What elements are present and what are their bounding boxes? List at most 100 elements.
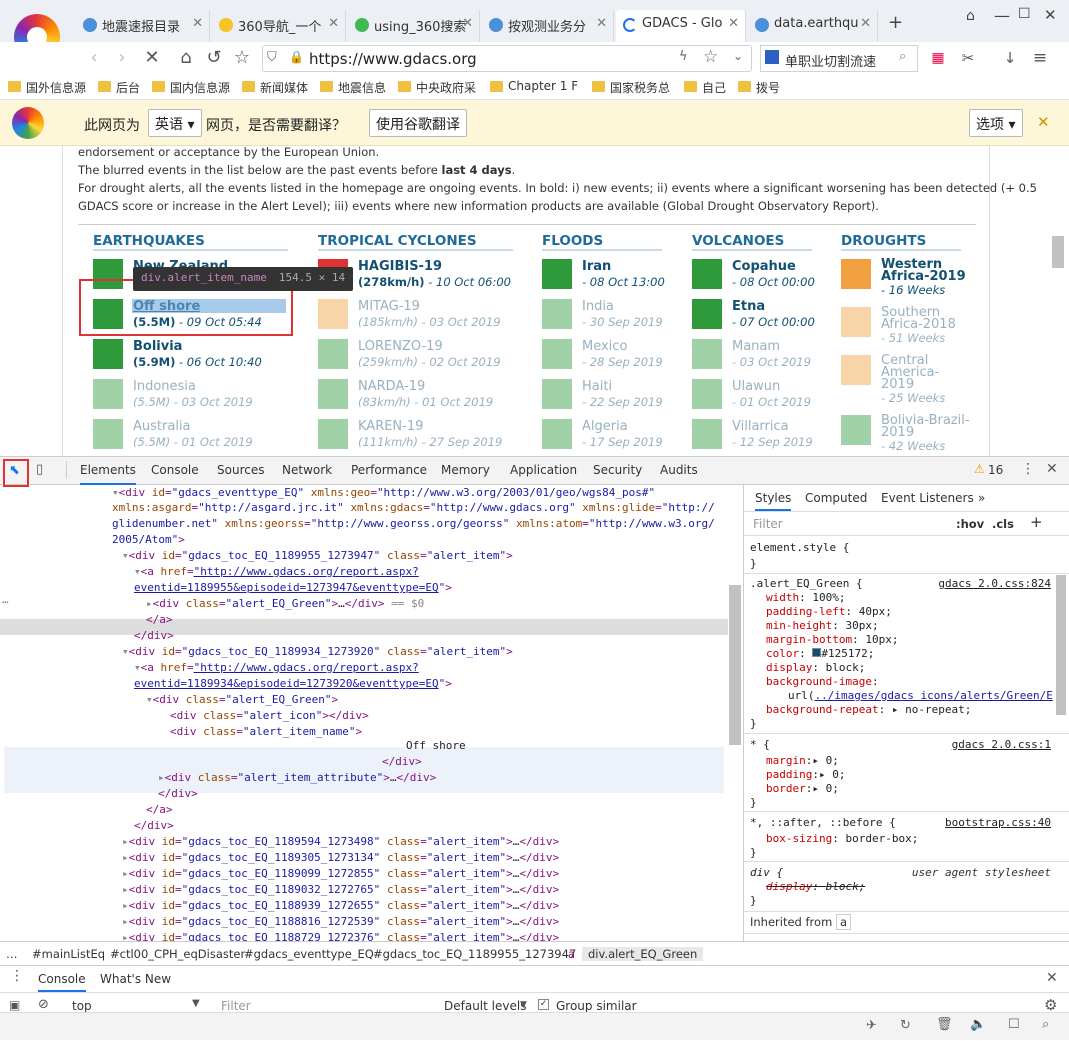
search-icon[interactable]: ⌕: [899, 49, 906, 64]
bookmark-item[interactable]: 自己: [684, 79, 726, 96]
tab-styles[interactable]: Styles: [755, 491, 792, 511]
group-similar-checkbox[interactable]: ✓: [538, 999, 549, 1010]
close-icon[interactable]: ✕: [596, 16, 607, 31]
language-select[interactable]: 英语 ▾: [148, 109, 202, 137]
close-icon[interactable]: ✕: [328, 16, 339, 31]
styles-scrollbar-thumb[interactable]: [1056, 575, 1066, 715]
dom-node-line[interactable]: ▸<div id="gdacs_toc_EQ_1189032_1272765" …: [122, 882, 559, 898]
shirt-icon[interactable]: ⌂: [966, 8, 975, 24]
styles-filter-input[interactable]: Filter: [753, 517, 783, 531]
ellipsis-icon[interactable]: …: [2, 592, 9, 608]
event-item[interactable]: Haiti - 22 Sep 2019: [542, 379, 672, 417]
hover-state-toggle[interactable]: :hov: [956, 517, 984, 531]
close-icon[interactable]: ✕: [1037, 113, 1050, 131]
tab-audits[interactable]: Audits: [660, 463, 698, 477]
elements-scrollbar-thumb[interactable]: [729, 585, 741, 745]
more-options-icon[interactable]: ⋮: [1021, 461, 1035, 477]
menu-icon[interactable]: ≡: [1028, 46, 1052, 70]
window-icon[interactable]: ☐: [1008, 1017, 1020, 1032]
bookmark-item[interactable]: 国外信息源: [8, 79, 86, 96]
dom-node-line[interactable]: ▸<div id="gdacs_toc_EQ_1189594_1273498" …: [122, 834, 559, 850]
device-toggle-icon[interactable]: ▯: [36, 462, 43, 477]
event-name[interactable]: Southern Africa-2018: [881, 306, 971, 331]
context-select[interactable]: top: [72, 999, 92, 1013]
event-item[interactable]: Mexico - 28 Sep 2019: [542, 339, 672, 377]
event-item[interactable]: Iran - 08 Oct 13:00: [542, 259, 672, 297]
clear-console-icon[interactable]: ⊘: [38, 997, 49, 1012]
dom-node-line[interactable]: ▸<div class="alert_item_attribute">…</di…: [158, 770, 436, 786]
css-declaration[interactable]: margin-bottom: 10px;: [766, 633, 898, 647]
chevron-down-icon[interactable]: ▼: [520, 1000, 527, 1010]
dom-node-line[interactable]: <div class="alert_item_name">: [170, 724, 362, 740]
event-item[interactable]: Australia (5.5M) - 01 Oct 2019: [93, 419, 288, 456]
dom-node-line[interactable]: ▸<div id="gdacs_toc_EQ_1188729_1272376" …: [122, 930, 559, 941]
bookmark-item[interactable]: 后台: [98, 79, 140, 96]
scissors-icon[interactable]: ✂: [956, 46, 980, 70]
css-declaration[interactable]: box-sizing: border-box;: [766, 832, 918, 846]
event-item[interactable]: Western Africa-2019 - 16 Weeks: [841, 258, 971, 307]
tab-performance[interactable]: Performance: [351, 463, 427, 477]
warning-icon[interactable]: ⚠: [974, 462, 985, 476]
close-icon[interactable]: ✕: [728, 16, 739, 31]
close-icon[interactable]: ✕: [462, 16, 473, 31]
event-name[interactable]: Indonesia: [133, 379, 196, 394]
options-button[interactable]: 选项 ▾: [969, 109, 1023, 137]
event-item[interactable]: Copahue - 08 Oct 00:00: [692, 259, 822, 297]
css-source-link[interactable]: gdacs 2.0.css:824: [938, 577, 1051, 590]
event-item[interactable]: NARDA-19 (83km/h) - 01 Oct 2019: [318, 379, 513, 417]
breadcrumb-ellipsis[interactable]: …: [6, 947, 18, 961]
event-name[interactable]: Etna: [732, 299, 765, 314]
css-declaration[interactable]: color: #125172;: [766, 647, 874, 661]
dom-node-line[interactable]: ▸<div id="gdacs_toc_EQ_1188816_1272539" …: [122, 914, 559, 930]
tab-item[interactable]: 地震速报目录 ✕: [76, 10, 210, 42]
bookmark-item[interactable]: 国家税务总: [592, 79, 670, 96]
log-levels-select[interactable]: Default levels: [444, 999, 526, 1013]
event-item[interactable]: Ulawun - 01 Oct 2019: [692, 379, 822, 417]
event-name[interactable]: Ulawun: [732, 379, 780, 394]
trash-icon[interactable]: 🗑: [936, 1017, 953, 1032]
dom-node-line[interactable]: ▸<div id="gdacs_toc_EQ_1189305_1273134" …: [122, 850, 559, 866]
event-item[interactable]: India - 30 Sep 2019: [542, 299, 672, 337]
event-name[interactable]: Central America-2019: [881, 354, 971, 391]
event-name[interactable]: Haiti: [582, 379, 612, 394]
event-name[interactable]: NARDA-19: [358, 379, 425, 394]
download-icon[interactable]: ↓: [998, 46, 1022, 70]
tab-item[interactable]: 按观测业务分 ✕: [482, 10, 614, 42]
tab-item[interactable]: 360导航_一个 ✕: [212, 10, 346, 42]
breadcrumb-item[interactable]: a: [568, 947, 575, 961]
forward-icon[interactable]: ›: [110, 46, 134, 70]
tab-item[interactable]: data.earthqu ✕: [748, 10, 878, 42]
tab-console[interactable]: Console: [151, 463, 199, 477]
event-name[interactable]: Manam: [732, 339, 780, 354]
css-declaration[interactable]: border:▸ 0;: [766, 782, 839, 796]
tab-security[interactable]: Security: [593, 463, 642, 477]
class-toggle[interactable]: .cls: [992, 517, 1014, 531]
close-icon[interactable]: ✕: [1046, 970, 1058, 986]
speaker-icon[interactable]: 🔈: [970, 1017, 986, 1032]
bookmark-star-icon[interactable]: ☆: [703, 47, 718, 67]
close-icon[interactable]: ✕: [192, 16, 203, 31]
page-scrollbar-thumb[interactable]: [1052, 236, 1064, 268]
event-item[interactable]: Bolivia-Brazil-2019 - 42 Weeks: [841, 414, 971, 456]
apps-grid-icon[interactable]: ▦: [926, 46, 950, 70]
tab-application[interactable]: Application: [510, 463, 577, 477]
dom-node-line-selected[interactable]: ▸<div class="alert_EQ_Green">…</div> == …: [146, 596, 424, 612]
elements-tree[interactable]: ▾<div id="gdacs_eventtype_EQ" xmlns:geo=…: [0, 485, 743, 941]
event-item[interactable]: Etna - 07 Oct 00:00: [692, 299, 822, 337]
css-source-link[interactable]: gdacs 2.0.css:1: [952, 738, 1051, 751]
event-name[interactable]: Algeria: [582, 419, 628, 434]
event-name[interactable]: Australia: [133, 419, 191, 434]
css-declaration[interactable]: width: 100%;: [766, 591, 846, 605]
css-source-link[interactable]: bootstrap.css:40: [945, 816, 1051, 829]
event-item[interactable]: Villarrica - 12 Sep 2019: [692, 419, 822, 456]
bookmark-item[interactable]: 新闻媒体: [242, 79, 308, 96]
event-name[interactable]: Copahue: [732, 259, 796, 274]
dom-node-line[interactable]: ▾<a href="http://www.gdacs.org/report.as…: [134, 564, 419, 580]
event-item[interactable]: KAREN-19 (111km/h) - 27 Sep 2019: [318, 419, 513, 456]
css-declaration[interactable]: background-image:: [766, 675, 879, 689]
event-name[interactable]: HAGIBIS-19: [358, 259, 442, 274]
css-declaration[interactable]: padding-left: 40px;: [766, 605, 892, 619]
dom-node-line[interactable]: ▾<a href="http://www.gdacs.org/report.as…: [134, 660, 419, 676]
sidebar-toggle-icon[interactable]: ▣: [9, 998, 20, 1012]
event-name[interactable]: Mexico: [582, 339, 627, 354]
